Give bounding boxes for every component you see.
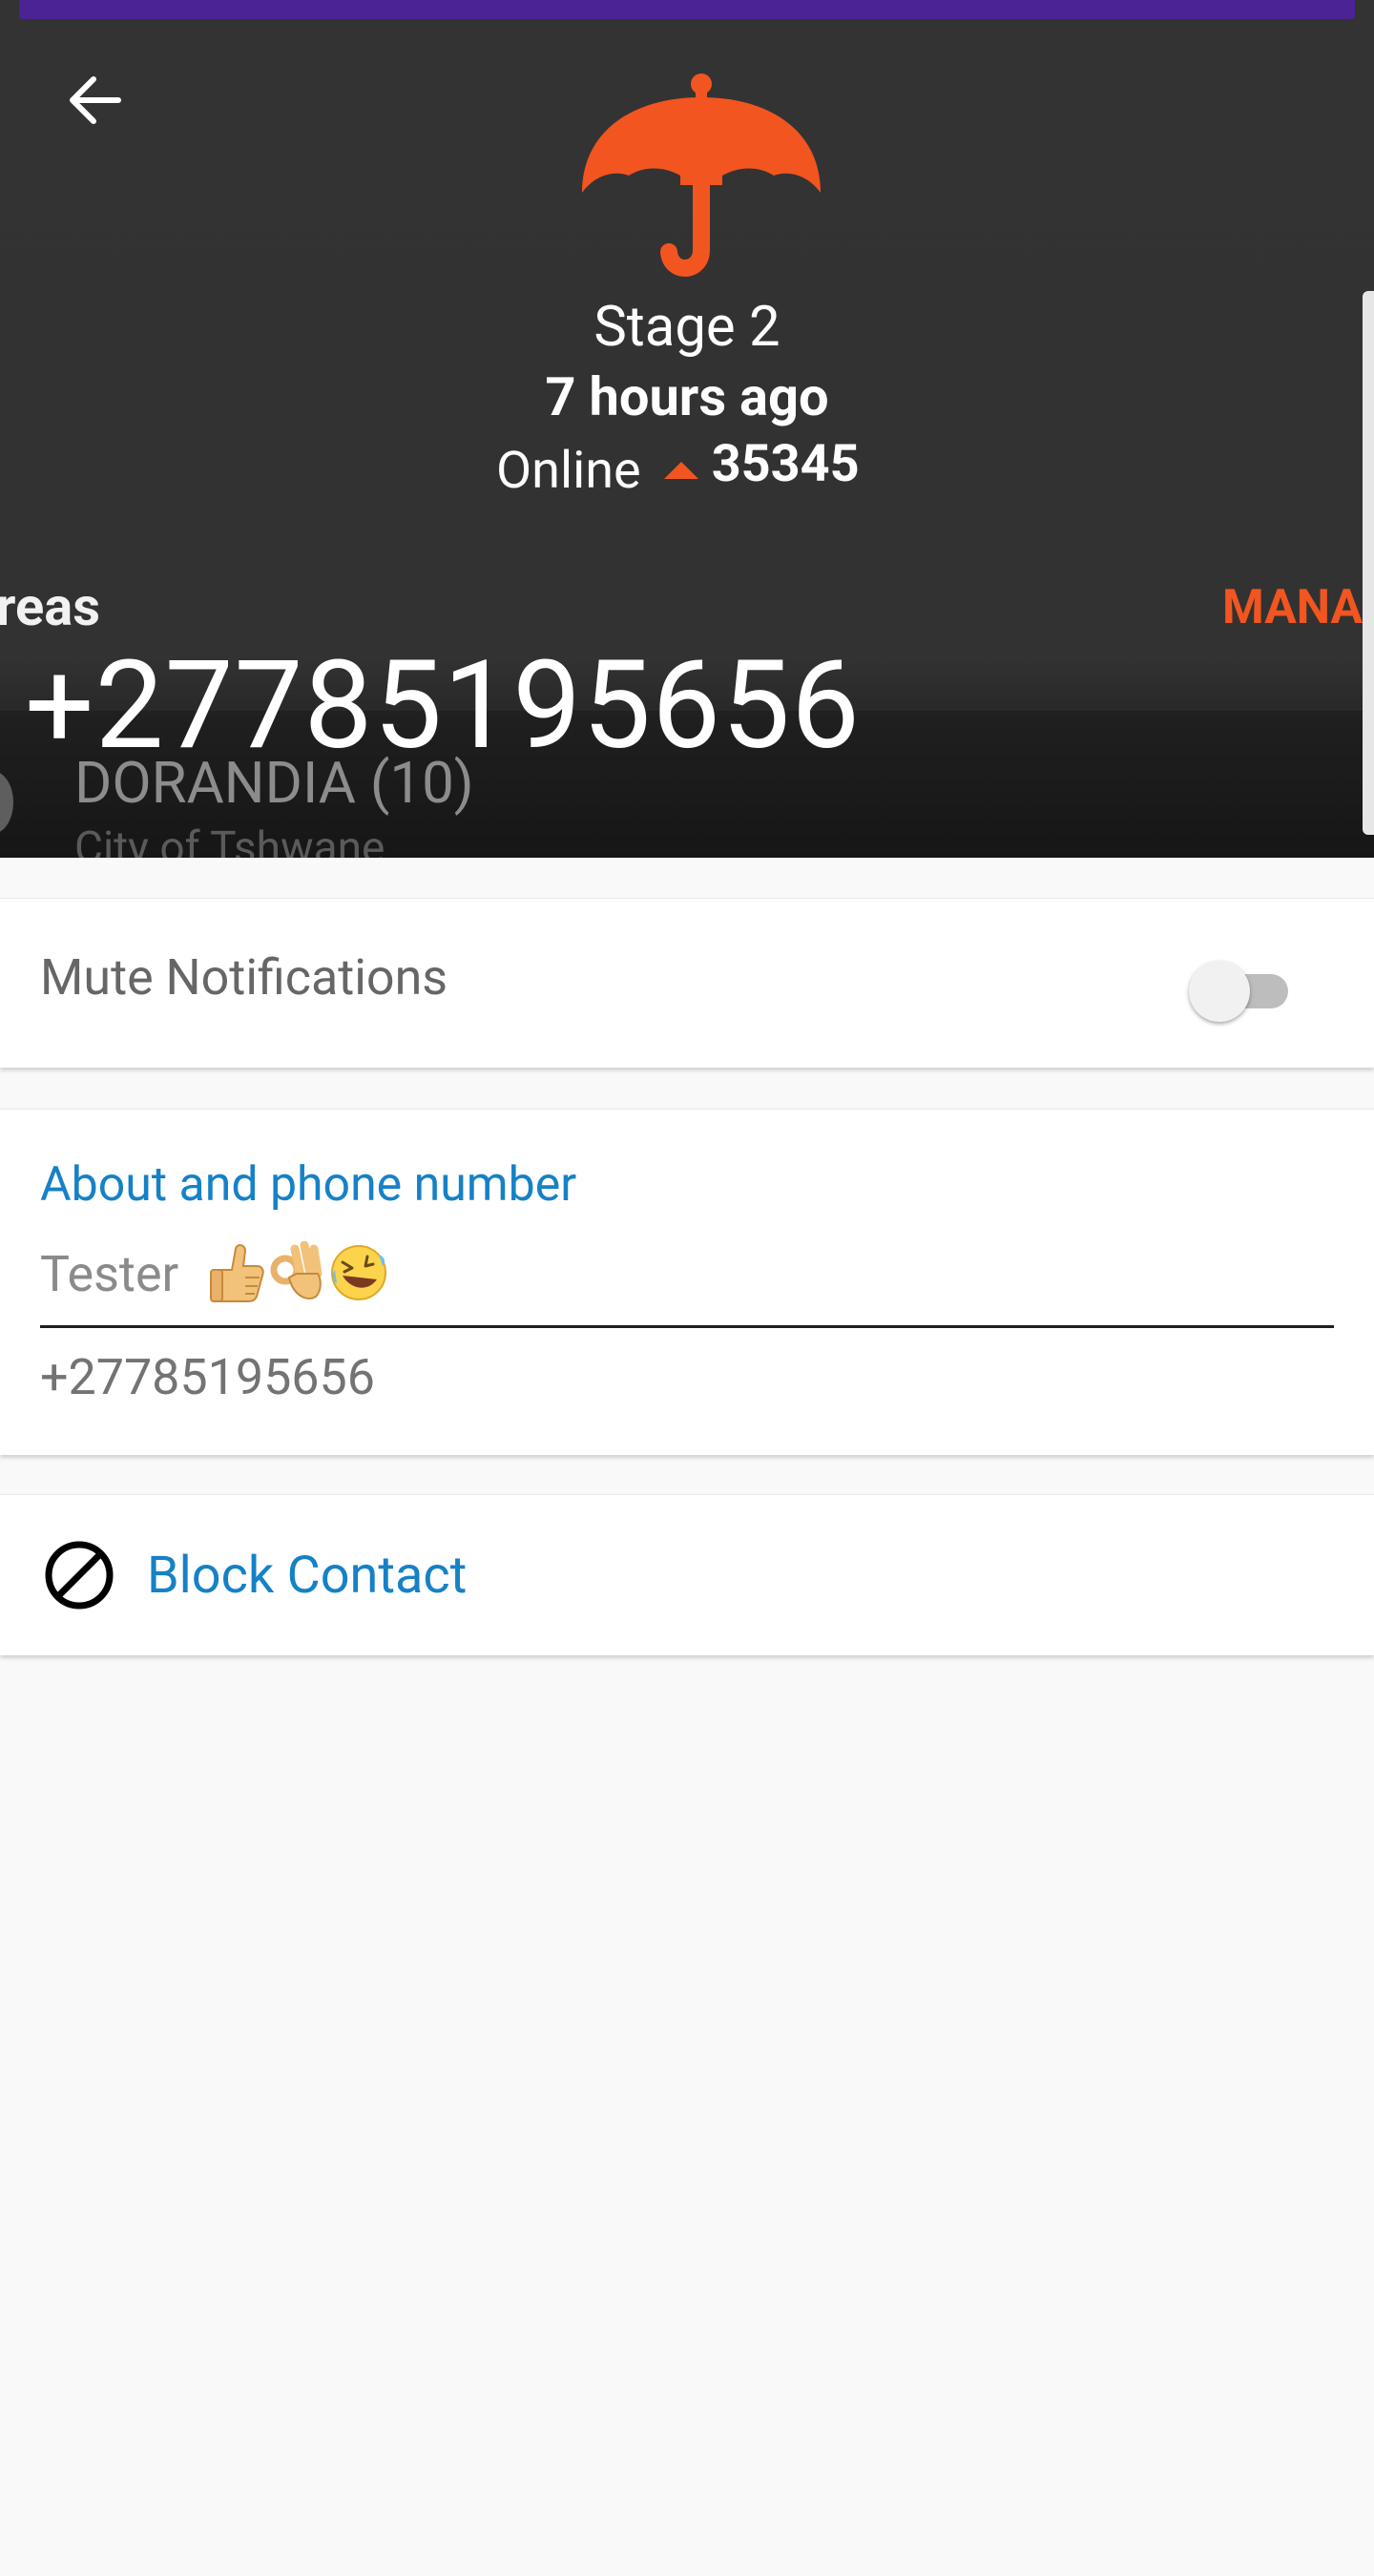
about-card: About and phone number Tester +277851956…	[0, 1109, 1374, 1455]
area-city: City of Tshwane	[74, 822, 385, 858]
member-count: 35345	[711, 433, 860, 494]
status-row: Online 35345	[496, 433, 860, 504]
triangle-up-icon	[663, 462, 698, 479]
mute-notifications-label: Mute Notifications	[40, 948, 448, 1007]
online-status: Online	[496, 440, 641, 501]
progress-bar	[19, 0, 1355, 19]
about-phone-number[interactable]: +27785195656	[40, 1348, 375, 1406]
contact-header: Stage 2 7 hours ago Online 35345 reas MA…	[0, 0, 1374, 858]
mute-card: Mute Notifications	[0, 898, 1374, 1068]
ok-hand-emoji	[270, 1241, 323, 1299]
mute-toggle[interactable]	[1187, 953, 1301, 1026]
last-updated: 7 hours ago	[545, 365, 829, 428]
about-title: About and phone number	[40, 1157, 577, 1213]
toggle-thumb	[1189, 961, 1250, 1022]
back-button[interactable]	[52, 57, 138, 143]
about-field[interactable]: Tester	[40, 1241, 1334, 1328]
block-contact-button[interactable]: Block Contact	[0, 1494, 1374, 1655]
arrow-left-icon	[70, 76, 121, 124]
contact-name: +27785195656	[25, 634, 861, 778]
thumbs-up-emoji	[210, 1244, 264, 1302]
scrollbar[interactable]	[1363, 291, 1374, 835]
umbrella-icon	[582, 73, 821, 277]
stage-title: Stage 2	[593, 295, 781, 360]
about-emojis	[207, 1241, 390, 1304]
about-text: Tester	[40, 1245, 179, 1303]
block-contact-label: Block Contact	[147, 1546, 468, 1606]
manage-button[interactable]: MANAG	[1222, 580, 1374, 635]
rolling-laughing-emoji	[331, 1245, 387, 1300]
block-icon	[45, 1541, 114, 1610]
